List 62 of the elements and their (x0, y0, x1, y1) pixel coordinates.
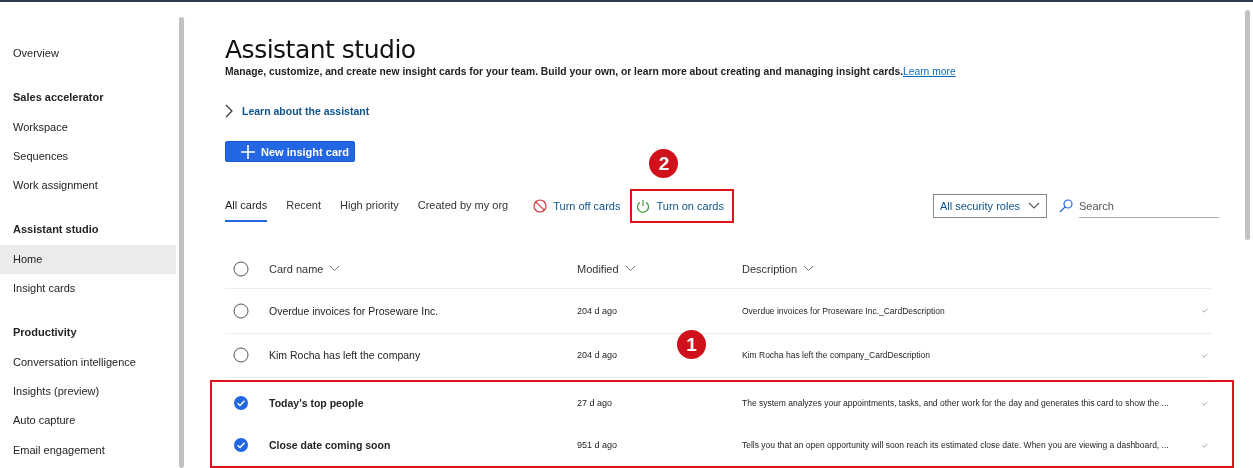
page-title: Assistant studio (225, 36, 417, 64)
table-cell-text: 204 d ago (577, 305, 619, 316)
chevron-right-icon (225, 104, 233, 119)
chevron-down-icon (329, 265, 341, 272)
sidebar-item[interactable]: Insights (preview) (0, 376, 176, 407)
tab[interactable]: Created by my org (417, 190, 509, 222)
column-header[interactable]: Modified (577, 262, 619, 275)
table-cell-text: Kim Rocha has left the company_CardDescription (742, 350, 932, 361)
checkmark-icon (1202, 441, 1208, 449)
callout-badge: 2 (649, 149, 679, 178)
sidebar-item[interactable]: Home (0, 244, 176, 275)
checkmark-icon (1202, 307, 1208, 315)
table-cell-text: Overdue invoices for Proseware Inc. (269, 304, 440, 317)
power-icon (636, 199, 651, 213)
tab[interactable]: All cards (225, 190, 268, 222)
sidebar-item[interactable]: Work assignment (0, 171, 176, 201)
sidebar-item[interactable]: Insight cards (0, 274, 176, 304)
column-header[interactable]: Card name (269, 262, 324, 275)
checkmark-icon (1202, 351, 1208, 359)
table-row[interactable]: Overdue invoices for Proseware Inc. 204 d ago Overdue invoices for Proseware Inc._CardDescription (225, 289, 1212, 334)
plus-icon (241, 144, 255, 159)
learn-more-link[interactable]: Learn more (903, 66, 956, 77)
table-cell-text: Close date coming soon (269, 439, 392, 451)
table-cell-text: Overdue invoices for Proseware Inc._CardDescription (742, 305, 946, 316)
radio-circle-icon[interactable] (233, 302, 249, 319)
page-description: Manage, customize, and create new insight cards for your team. Build your own, or learn more about creating and managing insight cards. (225, 66, 903, 77)
scrollbar[interactable] (1245, 10, 1250, 240)
chevron-down-icon (1028, 202, 1040, 210)
checked-circle-icon[interactable] (233, 437, 249, 453)
new-insight-card-button[interactable]: New insight card (225, 141, 355, 162)
sidebar-heading: Assistant studio (12, 222, 100, 238)
blocked-icon (533, 199, 548, 213)
chevron-down-icon (803, 265, 815, 272)
table-cell-text: 27 d ago (577, 398, 614, 408)
sidebar-item[interactable]: Sequences (0, 141, 176, 172)
column-header[interactable]: Description (742, 262, 798, 275)
sidebar-heading: Sales accelerator (12, 90, 105, 106)
callout-badge: 1 (677, 330, 706, 359)
security-roles-dropdown[interactable]: All security roles (932, 194, 1047, 218)
sidebar-item[interactable]: Conversation intelligence (0, 347, 176, 377)
sidebar-item[interactable]: Overview (0, 39, 176, 69)
table-cell-text: Kim Rocha has left the company (269, 349, 422, 362)
table-cell-text: Today's top people (269, 397, 365, 409)
checked-circle-icon[interactable] (233, 395, 249, 411)
tab[interactable]: High priority (340, 190, 399, 222)
sidebar-item[interactable]: Workspace (0, 112, 176, 142)
expander-link[interactable]: Learn about the assistant (225, 104, 370, 119)
table-cell-text: The system analyzes your appointments, tasks, and other work for the day and generates this card to show the ... (742, 398, 1170, 408)
checkmark-icon (1202, 399, 1208, 407)
search-icon (1059, 199, 1073, 213)
table-cell-text: Tells you that an open opportunity will soon reach its estimated close date. When you are viewing a dashboard, ... (742, 440, 1170, 450)
select-all-checkbox[interactable] (233, 260, 249, 277)
radio-circle-icon[interactable] (233, 347, 249, 364)
action-button[interactable]: Turn off cards (527, 189, 631, 223)
tab[interactable]: Recent (286, 190, 322, 222)
sidebar-item[interactable]: Email engagement (0, 435, 176, 465)
table-cell-text: 204 d ago (577, 350, 619, 361)
scrollbar[interactable] (179, 17, 184, 468)
chevron-down-icon (624, 265, 636, 272)
sidebar-heading: Productivity (12, 325, 78, 341)
table-cell-text: 951 d ago (577, 440, 619, 450)
sidebar-item[interactable]: Auto capture (0, 406, 176, 436)
